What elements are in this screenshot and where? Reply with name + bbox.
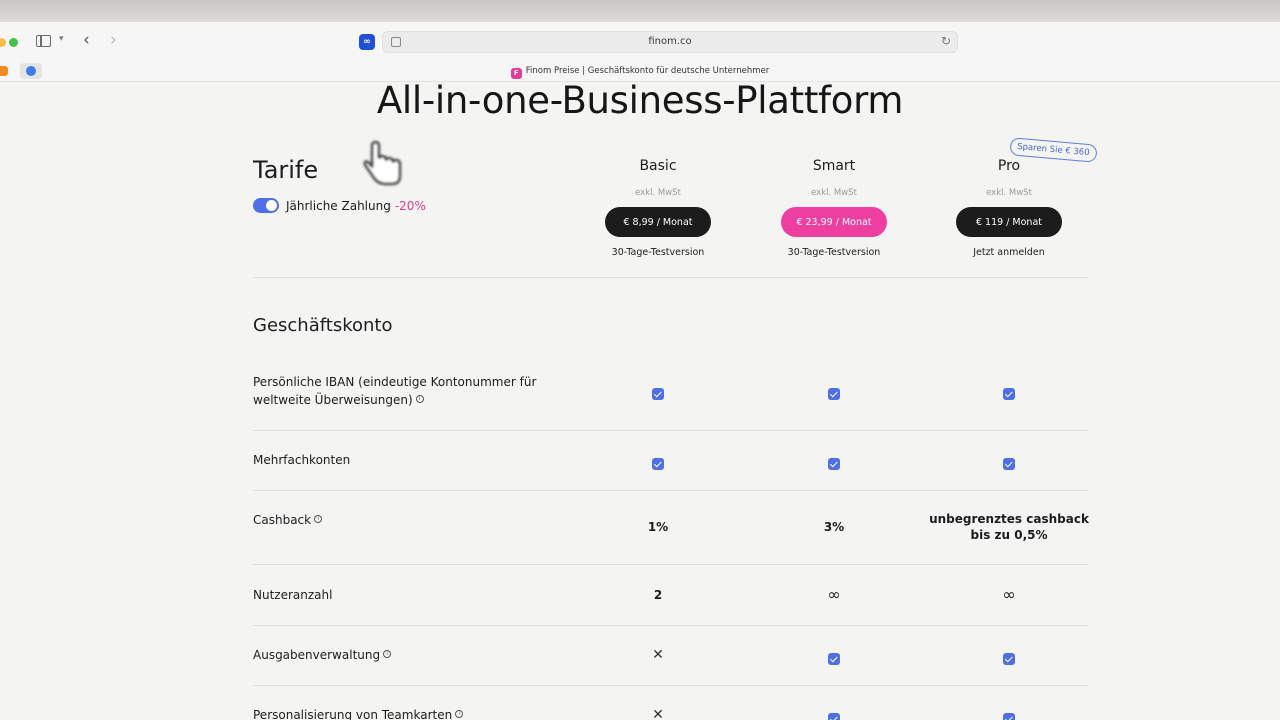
hand-cursor-icon: [363, 140, 401, 185]
check-icon: [828, 653, 840, 665]
smart-trial-link[interactable]: 30-Tage-Testversion: [744, 247, 924, 258]
check-icon: [828, 388, 840, 400]
feature-cell: [568, 455, 748, 474]
infinity-icon: ∞: [827, 585, 841, 604]
forward-arrow-icon[interactable]: ›: [110, 30, 117, 50]
feature-label-cashback: Cashback i: [253, 511, 543, 529]
divider: [253, 277, 1088, 278]
feature-cell: [744, 650, 924, 669]
divider: [253, 625, 1088, 626]
minimize-window-button[interactable]: [0, 38, 6, 47]
divider: [253, 685, 1088, 686]
chevron-down-icon[interactable]: ▾: [59, 34, 64, 44]
basic-trial-link[interactable]: 30-Tage-Testversion: [568, 247, 748, 258]
plan-tax-note: exkl. MwSt: [986, 188, 1032, 198]
smart-price-button[interactable]: € 23,99 / Monat: [781, 207, 887, 237]
infinity-extension-icon[interactable]: ∞: [359, 34, 375, 50]
cross-icon: ✕: [652, 707, 664, 720]
plan-pro: Pro exkl. MwSt € 119 / Monat Jetzt anmel…: [919, 158, 1099, 258]
feature-cell: [744, 710, 924, 720]
feature-label-team-cards: Personalisierung von Teamkarten i: [253, 706, 543, 720]
feature-cell: [919, 650, 1099, 669]
browser-toolbar: ▾ ‹ › ∞ finom.co ↻ F Finom Preise | Gesch…: [0, 22, 1280, 82]
sidebar-toggle-icon[interactable]: [36, 35, 51, 47]
user-count-basic-value: 2: [653, 588, 663, 602]
feature-cell: [919, 710, 1099, 720]
address-bar[interactable]: finom.co ↻: [382, 31, 958, 53]
feature-cell: [744, 455, 924, 474]
check-icon: [1003, 713, 1015, 720]
divider: [253, 490, 1088, 491]
feature-label-user-count: Nutzeranzahl: [253, 588, 333, 602]
feature-cell: [919, 455, 1099, 474]
feature-label-multi-accounts: Mehrfachkonten: [253, 453, 351, 467]
pro-price-button[interactable]: € 119 / Monat: [956, 207, 1062, 237]
infinity-icon: ∞: [1002, 585, 1016, 604]
info-icon[interactable]: i: [455, 710, 464, 718]
section-title: Geschäftskonto: [253, 315, 393, 336]
basic-price-button[interactable]: € 8,99 / Monat: [605, 207, 711, 237]
check-icon: [652, 388, 664, 400]
screen-bezel: [0, 0, 1280, 22]
annual-billing-toggle[interactable]: [253, 198, 279, 213]
cashback-basic-value: 1%: [647, 520, 669, 534]
reload-icon[interactable]: ↻: [941, 34, 951, 48]
check-icon: [1003, 653, 1015, 665]
cross-icon: ✕: [652, 647, 664, 663]
cashback-smart-value: 3%: [823, 520, 845, 534]
toggle-label: Jährliche Zahlung: [286, 198, 391, 213]
check-icon: [652, 458, 664, 470]
check-icon: [1003, 388, 1015, 400]
pro-signup-link[interactable]: Jetzt anmelden: [919, 247, 1099, 258]
annual-billing-toggle-row[interactable]: Jährliche Zahlung -20%: [253, 198, 426, 213]
info-icon[interactable]: i: [314, 515, 323, 523]
zoom-window-button[interactable]: [9, 38, 18, 47]
check-icon: [828, 713, 840, 720]
info-icon[interactable]: i: [383, 650, 392, 658]
feature-label-expense-management: Ausgabenverwaltung i: [253, 646, 543, 664]
info-icon[interactable]: i: [415, 395, 424, 403]
plan-tax-note: exkl. MwSt: [635, 188, 681, 198]
finom-favicon-icon: F: [510, 68, 522, 79]
plan-name: Smart: [812, 158, 856, 174]
plan-smart: Smart exkl. MwSt € 23,99 / Monat 30-Tage…: [744, 158, 924, 258]
active-tab[interactable]: F Finom Preise | Geschäftskonto für deuts…: [0, 66, 1280, 79]
check-icon: [1003, 458, 1015, 470]
feature-cell: [919, 385, 1099, 404]
cashback-pro-value: unbegrenztes cashback bis zu 0,5%: [929, 512, 1089, 542]
feature-cell: [568, 385, 748, 404]
plan-name: Basic: [639, 158, 677, 174]
pricing-title: Tarife: [253, 156, 319, 184]
divider: [253, 430, 1088, 431]
plan-basic: Basic exkl. MwSt € 8,99 / Monat 30-Tage-…: [568, 158, 748, 258]
check-icon: [828, 458, 840, 470]
page-title: All-in-one-Business-Plattform: [376, 79, 904, 122]
feature-cell: [744, 385, 924, 404]
url-text[interactable]: finom.co: [383, 36, 957, 47]
back-arrow-icon[interactable]: ‹: [83, 30, 90, 50]
tab-title: Finom Preise | Geschäftskonto für deutsc…: [525, 66, 770, 76]
divider: [253, 564, 1088, 565]
feature-label-iban: Persönliche IBAN (eindeutige Kontonummer…: [253, 375, 537, 407]
discount-label: -20%: [394, 198, 426, 213]
plan-tax-note: exkl. MwSt: [811, 188, 857, 198]
